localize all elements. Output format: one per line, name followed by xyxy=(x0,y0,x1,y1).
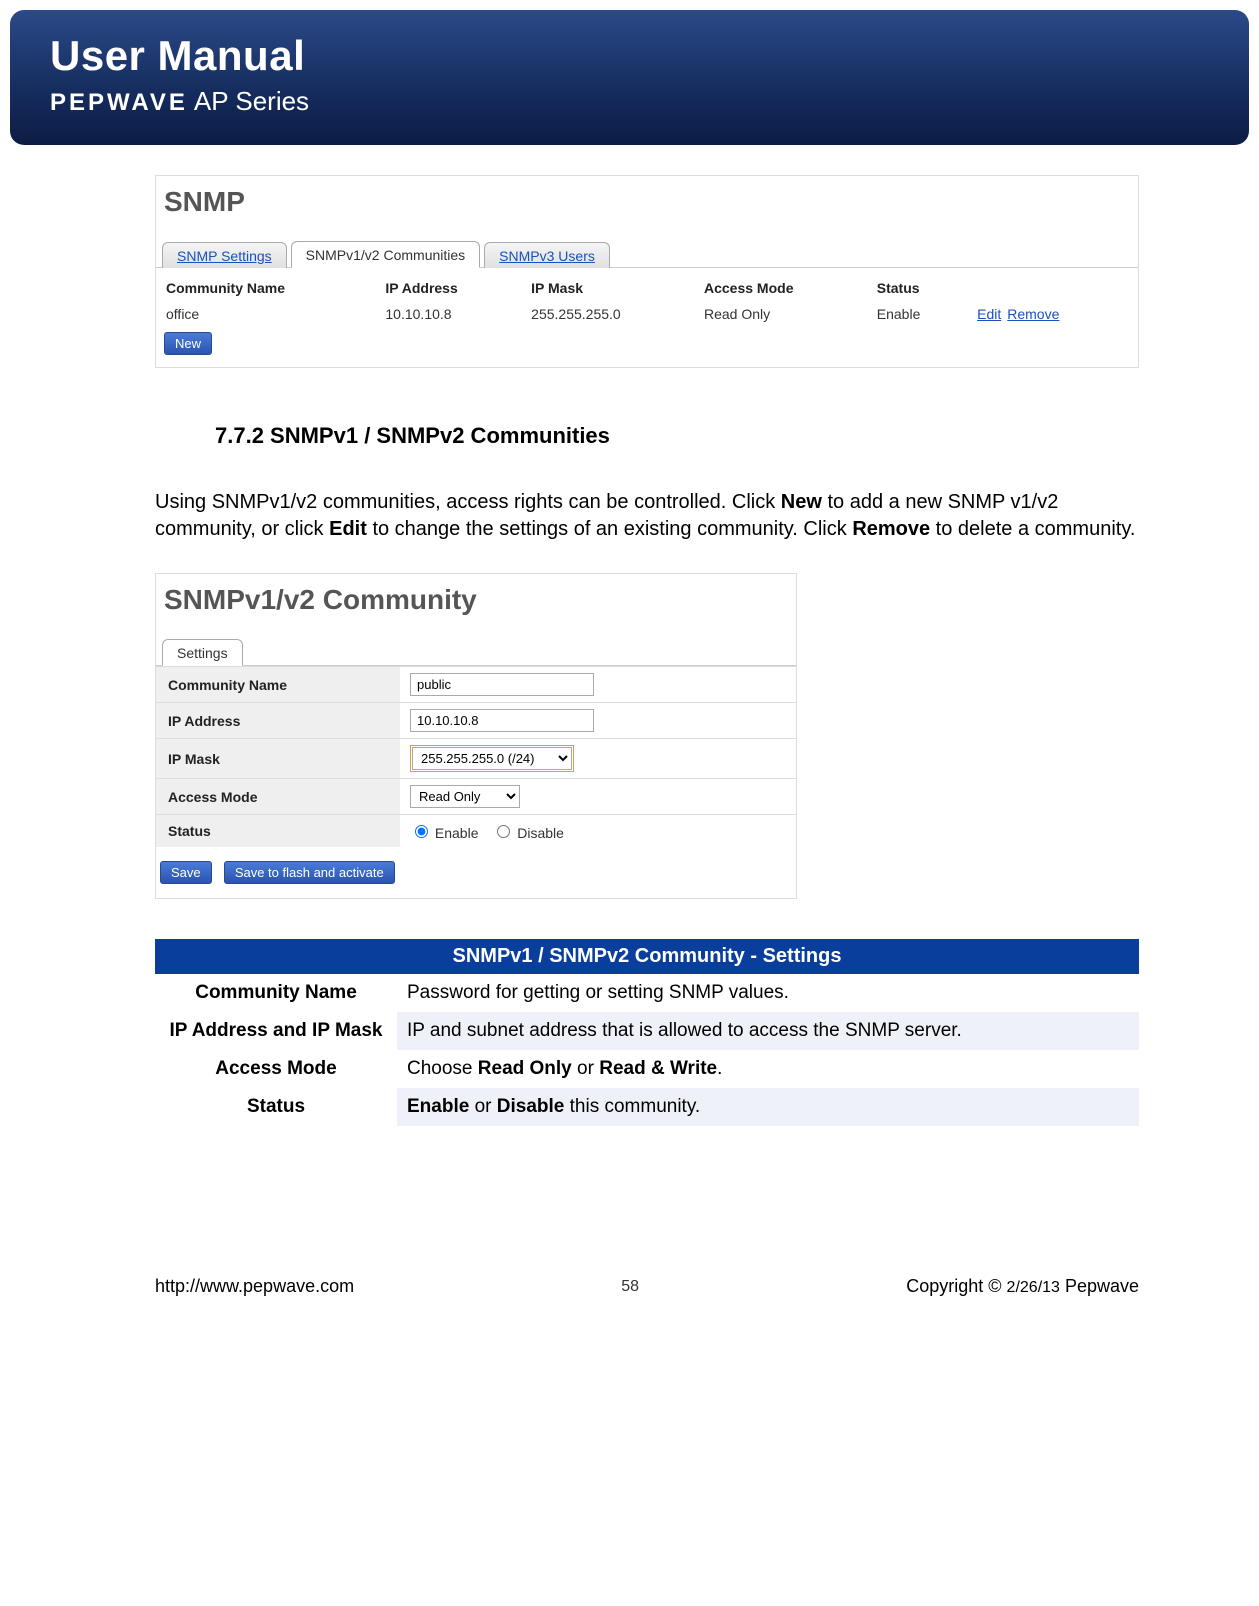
para-bold-edit: Edit xyxy=(329,518,367,540)
page-content: SNMP SNMP Settings SNMPv1/v2 Communities… xyxy=(0,145,1259,1156)
row-desc: Password for getting or setting SNMP val… xyxy=(397,974,1139,1012)
row-label: Status xyxy=(155,1088,397,1126)
col-actions xyxy=(967,274,1138,302)
tab-snmp-settings[interactable]: SNMP Settings xyxy=(162,242,287,268)
table-row: office 10.10.10.8 255.255.255.0 Read Onl… xyxy=(156,302,1138,326)
page-footer: http://www.pepwave.com 58 Copyright © 2/… xyxy=(0,1276,1259,1297)
cell-name: office xyxy=(156,302,375,326)
label-ip-mask: IP Mask xyxy=(156,739,400,779)
save-button[interactable]: Save xyxy=(160,861,212,884)
tab-snmpv3-users[interactable]: SNMPv3 Users xyxy=(484,242,610,268)
cell-mode: Read Only xyxy=(694,302,867,326)
col-community-name: Community Name xyxy=(156,274,375,302)
screenshot2-title: SNMPv1/v2 Community xyxy=(156,574,796,634)
section-paragraph: Using SNMPv1/v2 communities, access righ… xyxy=(155,489,1139,543)
label-ip-address: IP Address xyxy=(156,703,400,739)
manual-title: User Manual xyxy=(50,32,1209,80)
col-status: Status xyxy=(867,274,967,302)
footer-url: http://www.pepwave.com xyxy=(155,1276,354,1297)
row-desc: IP and subnet address that is allowed to… xyxy=(397,1012,1139,1050)
status-enable-label: Enable xyxy=(435,825,479,841)
snmp-list-screenshot: SNMP SNMP Settings SNMPv1/v2 Communities… xyxy=(155,175,1139,368)
cell-ip: 10.10.10.8 xyxy=(375,302,521,326)
save-flash-button[interactable]: Save to flash and activate xyxy=(224,861,395,884)
form-tab-bar: Settings xyxy=(156,638,796,666)
status-disable-option[interactable]: Disable xyxy=(492,825,564,841)
document-header: User Manual PEPWAVEAP Series xyxy=(0,0,1259,145)
access-mode-select[interactable]: Read Only xyxy=(410,785,520,808)
status-disable-label: Disable xyxy=(517,825,564,841)
ip-mask-select[interactable]: 255.255.255.0 (/24) xyxy=(412,747,572,770)
row-label: Access Mode xyxy=(155,1050,397,1088)
status-enable-radio[interactable] xyxy=(415,825,428,838)
col-access-mode: Access Mode xyxy=(694,274,867,302)
community-name-input[interactable] xyxy=(410,673,594,696)
settings-description-table: SNMPv1 / SNMPv2 Community - Settings Com… xyxy=(155,939,1139,1126)
community-list-table: Community Name IP Address IP Mask Access… xyxy=(156,274,1138,326)
ip-address-input[interactable] xyxy=(410,709,594,732)
manual-subtitle: PEPWAVEAP Series xyxy=(50,86,1209,117)
snmp-community-form-screenshot: SNMPv1/v2 Community Settings Community N… xyxy=(155,573,797,899)
para-text: to delete a community. xyxy=(930,518,1135,540)
table-header-row: Community Name IP Address IP Mask Access… xyxy=(156,274,1138,302)
product-series: AP Series xyxy=(194,86,309,116)
para-text: Using SNMPv1/v2 communities, access righ… xyxy=(155,491,781,513)
label-community-name: Community Name xyxy=(156,667,400,703)
label-access-mode: Access Mode xyxy=(156,779,400,815)
para-bold-new: New xyxy=(781,491,822,513)
para-bold-remove: Remove xyxy=(852,518,930,540)
status-disable-radio[interactable] xyxy=(497,825,510,838)
settings-form-table: Community Name IP Address IP Mask 255.25… xyxy=(156,666,796,847)
tab-settings[interactable]: Settings xyxy=(162,639,243,666)
remove-link[interactable]: Remove xyxy=(1007,306,1059,322)
cell-status: Enable xyxy=(867,302,967,326)
footer-page-number: 58 xyxy=(621,1278,639,1296)
tab-bar: SNMP Settings SNMPv1/v2 Communities SNMP… xyxy=(156,240,1138,268)
row-desc: Choose Read Only or Read & Write. xyxy=(397,1050,1139,1088)
screenshot-title: SNMP xyxy=(156,176,1138,240)
header-banner: User Manual PEPWAVEAP Series xyxy=(10,10,1249,145)
new-button[interactable]: New xyxy=(164,332,212,355)
row-desc: Enable or Disable this community. xyxy=(397,1088,1139,1126)
brand-name: PEPWAVE xyxy=(50,89,188,116)
label-status: Status xyxy=(156,815,400,848)
col-ip-address: IP Address xyxy=(375,274,521,302)
para-text: to change the settings of an existing co… xyxy=(367,518,852,540)
row-label: Community Name xyxy=(155,974,397,1012)
section-heading: 7.7.2 SNMPv1 / SNMPv2 Communities xyxy=(215,423,1139,449)
tab-snmpv1v2-communities[interactable]: SNMPv1/v2 Communities xyxy=(291,241,481,268)
row-label: IP Address and IP Mask xyxy=(155,1012,397,1050)
edit-link[interactable]: Edit xyxy=(977,306,1001,322)
settings-table-header: SNMPv1 / SNMPv2 Community - Settings xyxy=(155,939,1139,974)
cell-mask: 255.255.255.0 xyxy=(521,302,694,326)
status-enable-option[interactable]: Enable xyxy=(410,825,478,841)
footer-copyright: Copyright © 2/26/13 Pepwave xyxy=(906,1276,1139,1297)
col-ip-mask: IP Mask xyxy=(521,274,694,302)
